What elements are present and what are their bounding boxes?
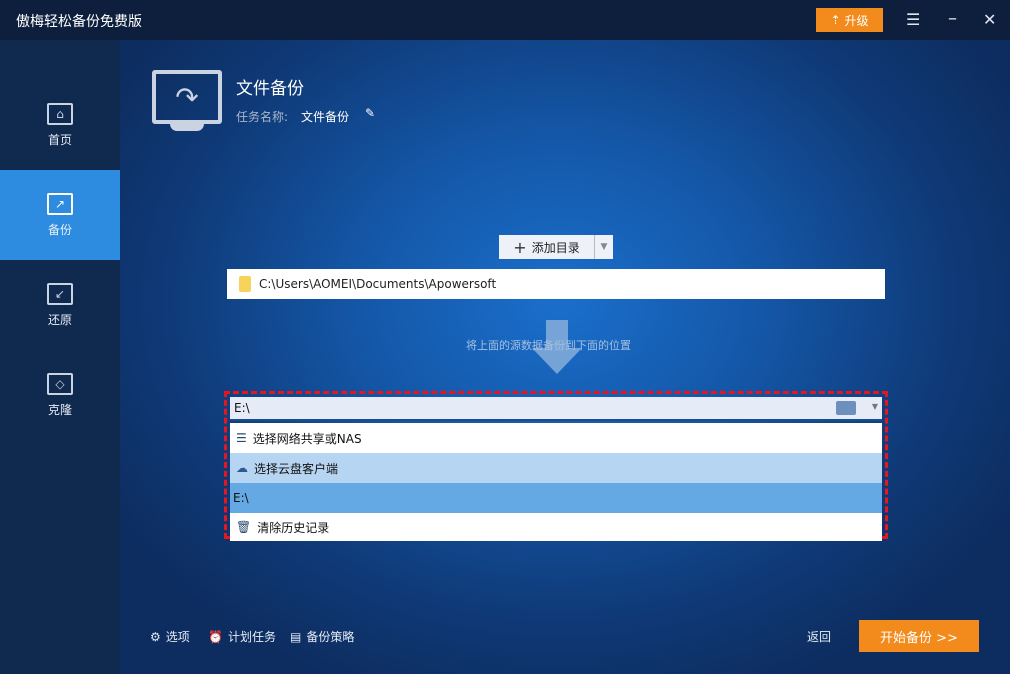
destination-value: E:\ <box>234 401 250 415</box>
schedule-link[interactable]: ⏰ 计划任务 <box>208 628 276 645</box>
minimize-icon[interactable]: – <box>948 8 957 29</box>
sidebar-item-restore[interactable]: ↙ 还原 <box>0 260 120 350</box>
chevron-down-icon[interactable]: ▼ <box>872 402 878 411</box>
schedule-label: 计划任务 <box>228 628 276 645</box>
clock-icon: ⏰ <box>208 630 223 644</box>
title-bar: 傲梅轻松备份免费版 ⇡ 升级 ☰ – ✕ <box>0 0 1010 40</box>
main-panel: ↷ 文件备份 任务名称: 文件备份 ✎ + 添加目录 ▼ C:\Users\AOM… <box>120 40 1010 674</box>
edit-pencil-icon[interactable]: ✎ <box>365 106 375 120</box>
home-icon: ⌂ <box>47 103 73 125</box>
close-icon[interactable]: ✕ <box>983 10 996 29</box>
sidebar-item-label: 克隆 <box>48 401 72 418</box>
options-label: 选项 <box>166 628 190 645</box>
menu-icon[interactable]: ☰ <box>906 10 920 29</box>
option-network-share[interactable]: ☰ 选择网络共享或NAS <box>230 423 882 453</box>
clone-icon: ◇ <box>47 373 73 395</box>
direction-hint: 将上面的源数据备份到下面的位置 <box>466 337 631 353</box>
cloud-icon: ☁ <box>236 461 248 475</box>
sidebar-item-home[interactable]: ⌂ 首页 <box>0 80 120 170</box>
server-icon: ☰ <box>236 431 247 445</box>
source-path: C:\Users\AOMEI\Documents\Apowersoft <box>259 277 496 291</box>
file-backup-monitor-icon: ↷ <box>152 70 222 124</box>
start-backup-button[interactable]: 开始备份 >> <box>859 620 979 652</box>
back-link[interactable]: 返回 <box>807 628 831 645</box>
options-link[interactable]: ⚙ 选项 <box>150 628 190 645</box>
backup-icon: ↗ <box>47 193 73 215</box>
destination-input[interactable]: E:\ ▼ <box>230 397 882 421</box>
chevron-down-icon[interactable]: ▼ <box>595 242 613 252</box>
option-cloud-client[interactable]: ☁ 选择云盘客户端 <box>230 453 882 483</box>
option-e-drive[interactable]: E:\ <box>230 483 882 513</box>
add-directory-button[interactable]: + 添加目录 ▼ <box>499 235 613 259</box>
source-path-row[interactable]: C:\Users\AOMEI\Documents\Apowersoft <box>227 269 885 299</box>
sidebar-item-clone[interactable]: ◇ 克隆 <box>0 350 120 440</box>
option-label: 选择云盘客户端 <box>254 460 338 477</box>
option-label: 选择网络共享或NAS <box>253 430 362 447</box>
plus-icon: + <box>513 238 526 257</box>
option-clear-history[interactable]: 🗑 清除历史记录 <box>230 513 882 541</box>
sidebar-item-label: 首页 <box>48 131 72 148</box>
destination-dropdown: E:\ ▼ ☰ 选择网络共享或NAS ☁ 选择云盘客户端 E:\ 🗑 清除历史记录 <box>224 391 888 539</box>
page-title: 文件备份 <box>236 74 304 99</box>
gear-icon: ⚙ <box>150 630 161 644</box>
app-title: 傲梅轻松备份免费版 <box>16 11 142 31</box>
option-label: 清除历史记录 <box>257 519 329 536</box>
backup-scheme-label: 备份策略 <box>306 628 354 645</box>
upgrade-icon: ⇡ <box>830 13 840 27</box>
open-folder-icon[interactable] <box>836 401 856 415</box>
clipboard-icon: ▤ <box>290 630 301 644</box>
restore-icon: ↙ <box>47 283 73 305</box>
trash-icon: 🗑 <box>236 520 251 534</box>
monitor-stand <box>170 124 204 131</box>
upgrade-label: 升级 <box>845 12 869 29</box>
folder-icon <box>239 276 251 292</box>
sidebar-item-label: 还原 <box>48 311 72 328</box>
task-name-label: 任务名称: <box>236 108 288 125</box>
backup-scheme-link[interactable]: ▤ 备份策略 <box>290 628 354 645</box>
add-directory-label: 添加目录 <box>532 239 580 256</box>
sidebar-item-backup[interactable]: ↗ 备份 <box>0 170 120 260</box>
option-label: E:\ <box>233 491 249 505</box>
task-name-value: 文件备份 <box>301 108 349 125</box>
sidebar-item-label: 备份 <box>48 221 72 238</box>
sidebar: ⌂ 首页 ↗ 备份 ↙ 还原 ◇ 克隆 <box>0 40 120 674</box>
upgrade-button[interactable]: ⇡ 升级 <box>816 8 883 32</box>
